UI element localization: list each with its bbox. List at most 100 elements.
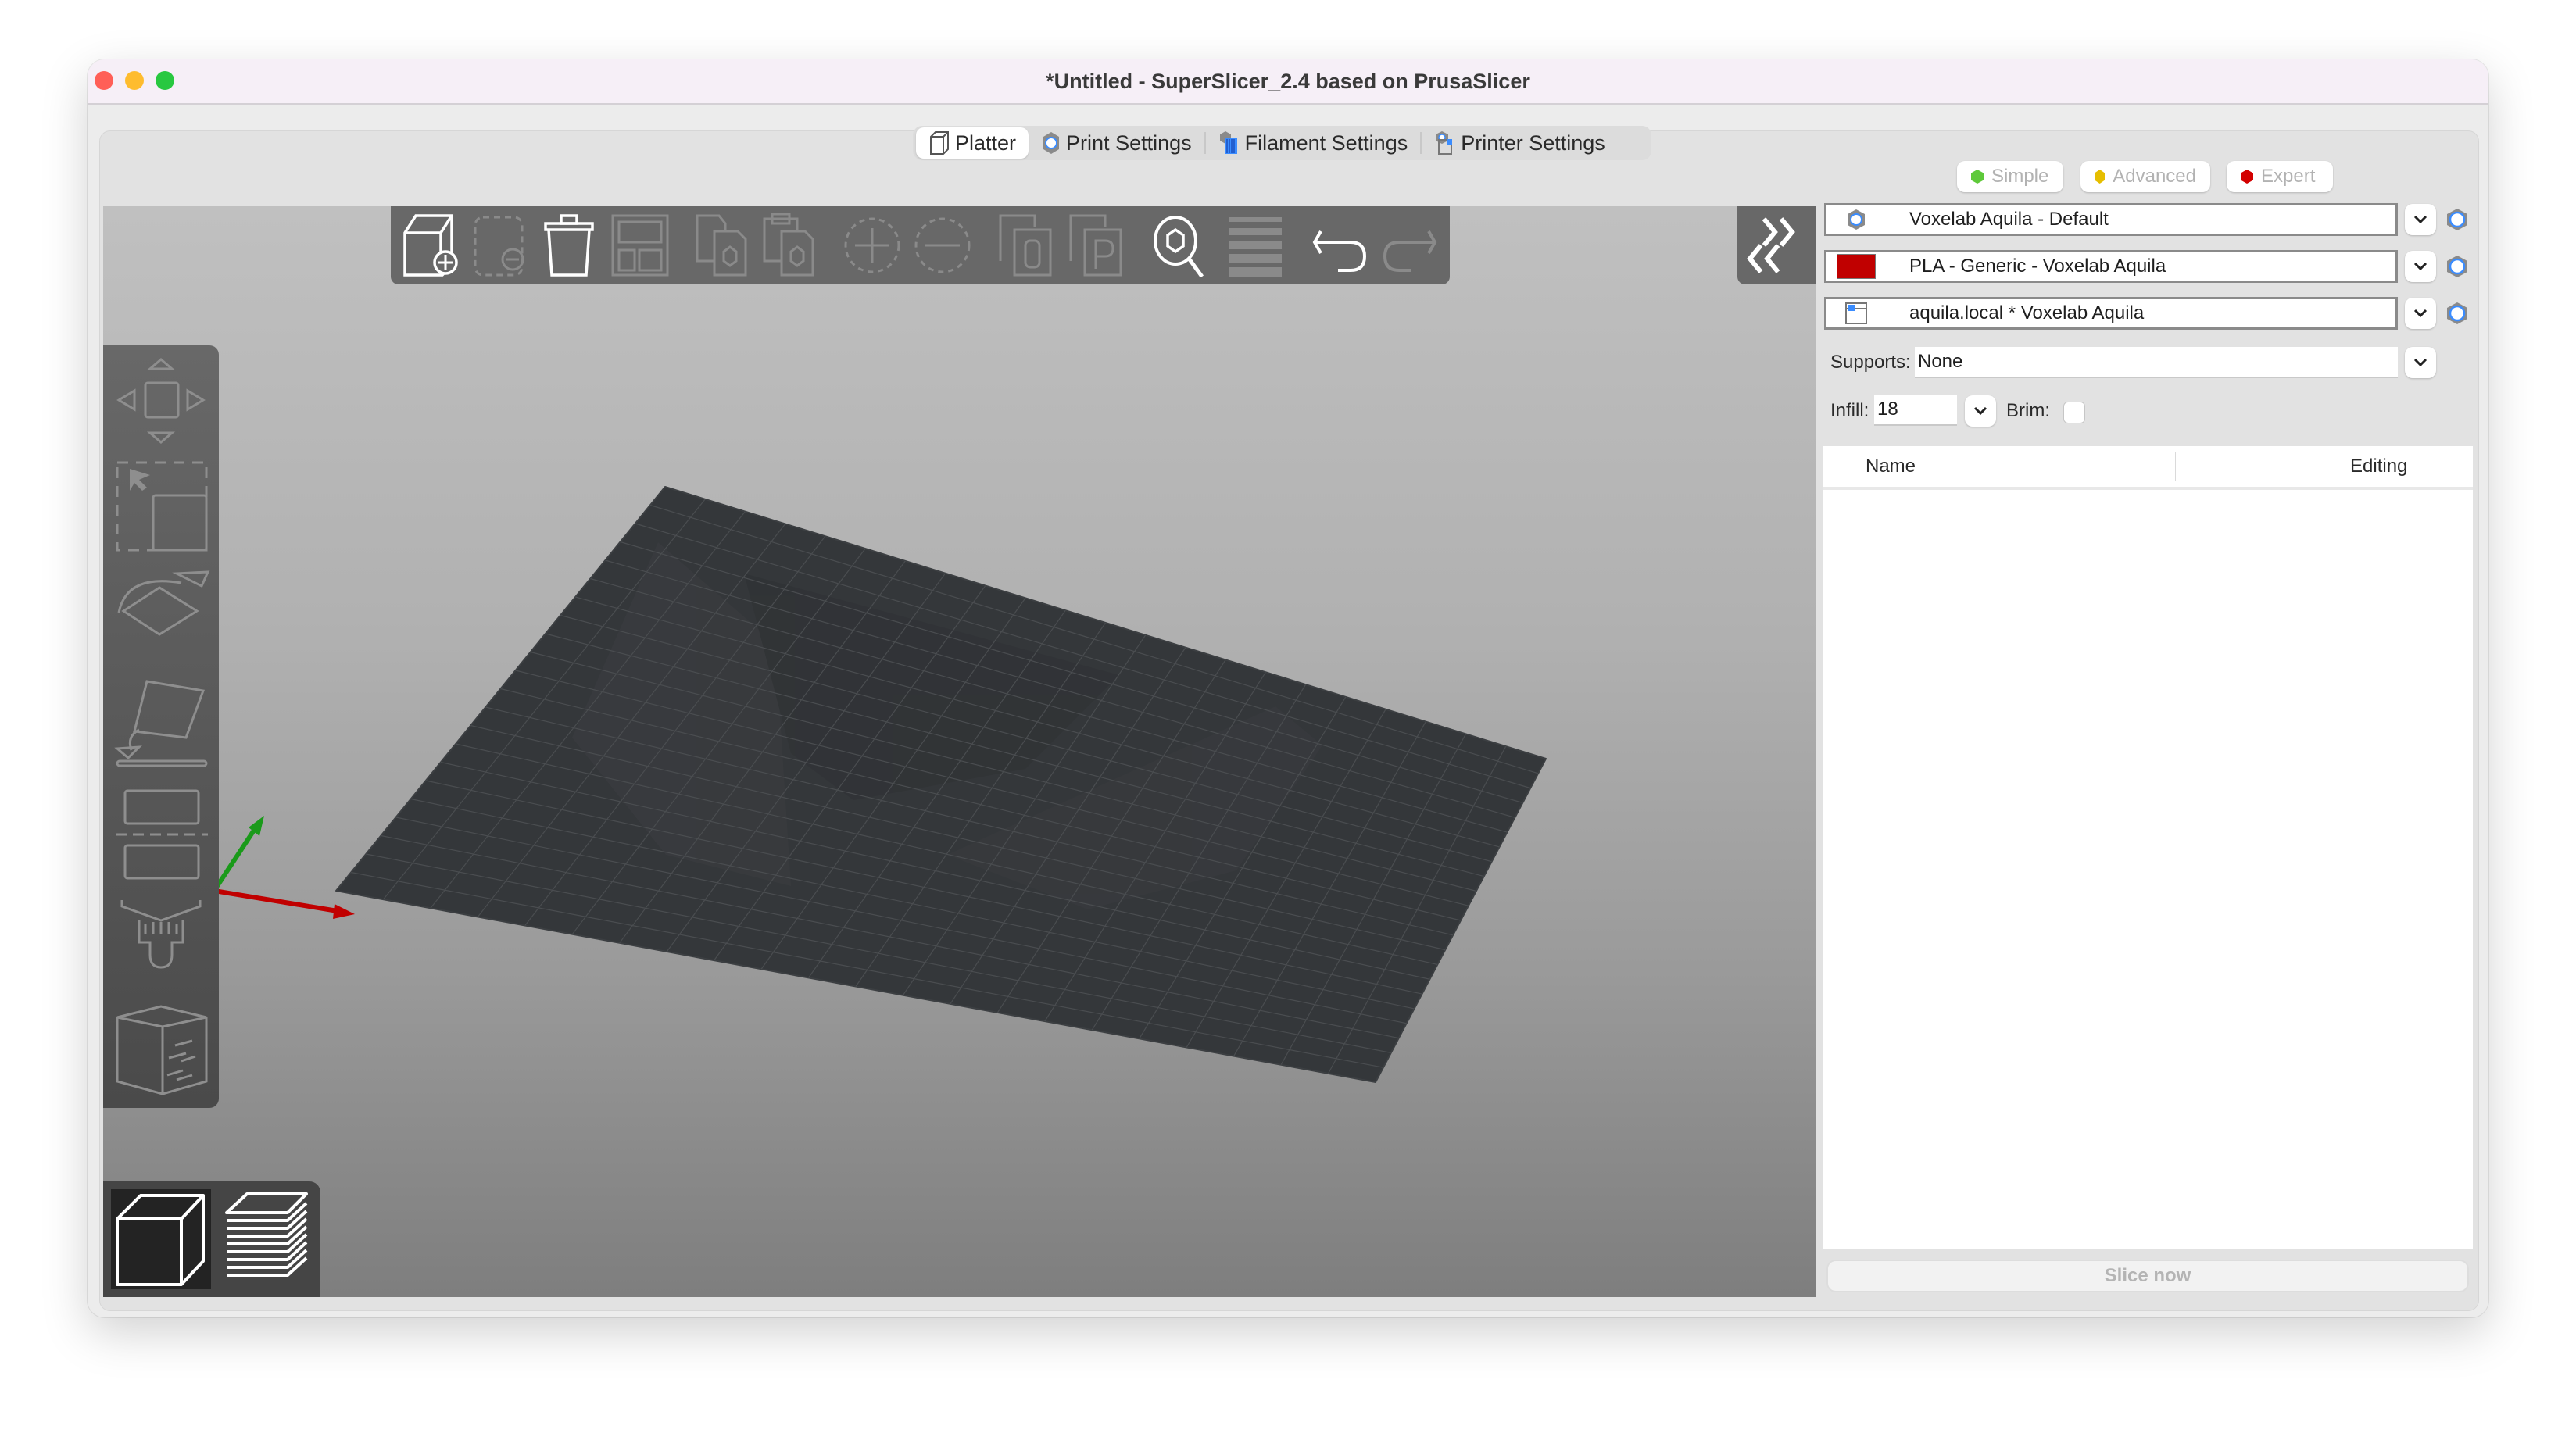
column-header-name[interactable]: Name [1866,456,1916,477]
platter-cube-icon [930,131,949,155]
layers-icon [1229,217,1282,277]
arrange-button[interactable] [606,211,672,277]
chevron-down-icon [2413,262,2428,271]
x-axis [213,888,338,913]
layers-editing-button[interactable] [1221,211,1286,277]
3d-view-button[interactable] [111,1189,211,1289]
brim-checkbox[interactable] [2063,402,2085,423]
tab-bar: Platter Print Settings Filament Settings… [913,126,1651,190]
mode-simple-button[interactable]: Simple [1957,161,2063,192]
infill-input[interactable]: 18 [1874,395,1957,426]
tab-filament-settings[interactable]: Filament Settings [1206,127,1421,159]
mode-label: Advanced [2113,166,2196,187]
mode-label: Simple [1991,166,2049,187]
paint-supports-icon [120,900,202,969]
column-divider [2175,452,2176,481]
filament-preset-dropdown-button[interactable] [2405,251,2436,282]
cube-3d-icon [116,1194,205,1286]
redo-icon [1383,230,1437,272]
column-header-editing[interactable]: Editing [2350,456,2407,477]
y-axis [212,825,259,892]
copy-icon [696,214,747,277]
paint-supports-gizmo-button[interactable] [111,892,211,994]
chevron-down-icon [2413,309,2428,318]
object-list[interactable]: Name Editing [1823,446,2473,1249]
advanced-mode-hex-icon [2095,170,2106,184]
title-bar: *Untitled - SuperSlicer_2.4 based on Pru… [88,59,2488,105]
place-on-face-gizmo-button[interactable] [111,674,211,775]
brim-label: Brim: [2006,400,2050,421]
supports-dropdown-button[interactable] [2405,347,2436,378]
simple-mode-hex-icon [1971,170,1984,184]
mode-label: Expert [2261,166,2316,187]
move-gizmo-button[interactable] [111,355,211,448]
filament-spool-icon [1219,131,1237,154]
place-on-face-icon [114,680,208,767]
split-parts-icon [1069,214,1122,277]
cut-icon [116,789,208,880]
window-title: *Untitled - SuperSlicer_2.4 based on Pru… [1046,70,1530,93]
delete-all-button[interactable] [536,211,602,277]
add-instance-icon [844,217,900,273]
printer-icon [1845,302,1867,324]
scene-canvas [202,486,1547,1083]
arrange-icon [611,214,669,277]
add-object-button[interactable] [395,211,461,277]
x-axis-arrow [333,904,355,919]
tab-list: Platter Print Settings Filament Settings… [913,126,1651,160]
rotate-gizmo-button[interactable] [111,566,211,667]
supports-label: Supports: [1830,352,1911,373]
printer-preset-dropdown-button[interactable] [2405,298,2436,329]
search-button[interactable] [1147,211,1213,278]
view-mode-toggle [103,1181,320,1297]
add-instance-button[interactable] [839,211,905,277]
printer-preset-settings-gear-icon[interactable] [2445,302,2469,325]
infill-dropdown-button[interactable] [1965,395,1996,427]
redo-button[interactable] [1377,211,1443,277]
collapse-sidebar-button[interactable] [1737,206,1816,284]
rotate-icon [117,570,210,636]
print-preset-value: Voxelab Aquila - Default [1909,209,2109,230]
remove-instance-button[interactable] [910,211,975,277]
seam-paint-icon [116,1005,208,1095]
delete-object-button[interactable] [466,211,531,277]
tab-label: Printer Settings [1461,130,1605,155]
print-settings-gear-icon [1043,132,1060,154]
undo-button[interactable] [1307,211,1372,277]
right-sidebar: Simple Advanced Expert Voxelab Aquila - … [1816,161,2480,1297]
split-to-parts-button[interactable] [1064,211,1130,277]
trash-icon [544,214,594,277]
filament-preset-settings-gear-icon[interactable] [2445,255,2469,278]
tab-printer-settings[interactable]: Printer Settings [1422,127,1618,159]
paste-button[interactable] [758,211,824,277]
supports-select[interactable]: None [1915,347,2398,378]
print-preset-combo[interactable]: Voxelab Aquila - Default [1824,203,2398,236]
print-preset-dropdown-button[interactable] [2405,204,2436,235]
3d-scene-viewport[interactable] [103,206,1816,1297]
mode-expert-button[interactable]: Expert [2227,161,2333,192]
preview-button[interactable] [219,1189,319,1289]
object-list-header: Name Editing [1823,446,2473,490]
gear-icon [1848,209,1865,230]
tab-print-settings[interactable]: Print Settings [1029,127,1204,159]
chevron-down-icon [2413,358,2428,367]
gizmo-toolbar [103,345,219,1108]
undo-icon [1312,230,1367,272]
remove-instance-icon [914,217,971,273]
seam-painting-gizmo-button[interactable] [111,1002,211,1103]
scale-gizmo-button[interactable] [111,456,211,558]
filament-preset-combo[interactable]: PLA - Generic - Voxelab Aquila [1824,250,2398,283]
printer-preset-combo[interactable]: aquila.local * Voxelab Aquila [1824,297,2398,330]
print-bed [335,486,1547,1083]
mode-advanced-button[interactable]: Advanced [2080,161,2210,192]
tab-platter[interactable]: Platter [916,127,1029,159]
chevron-down-icon [2413,215,2428,224]
split-to-objects-button[interactable] [994,211,1060,277]
expert-mode-hex-icon [2241,170,2253,184]
chevron-down-icon [1973,406,1987,416]
print-preset-settings-gear-icon[interactable] [2445,208,2469,231]
search-icon [1154,216,1204,278]
copy-button[interactable] [691,211,757,277]
cut-gizmo-button[interactable] [111,783,211,884]
slice-now-button[interactable]: Slice now [1826,1260,2469,1292]
